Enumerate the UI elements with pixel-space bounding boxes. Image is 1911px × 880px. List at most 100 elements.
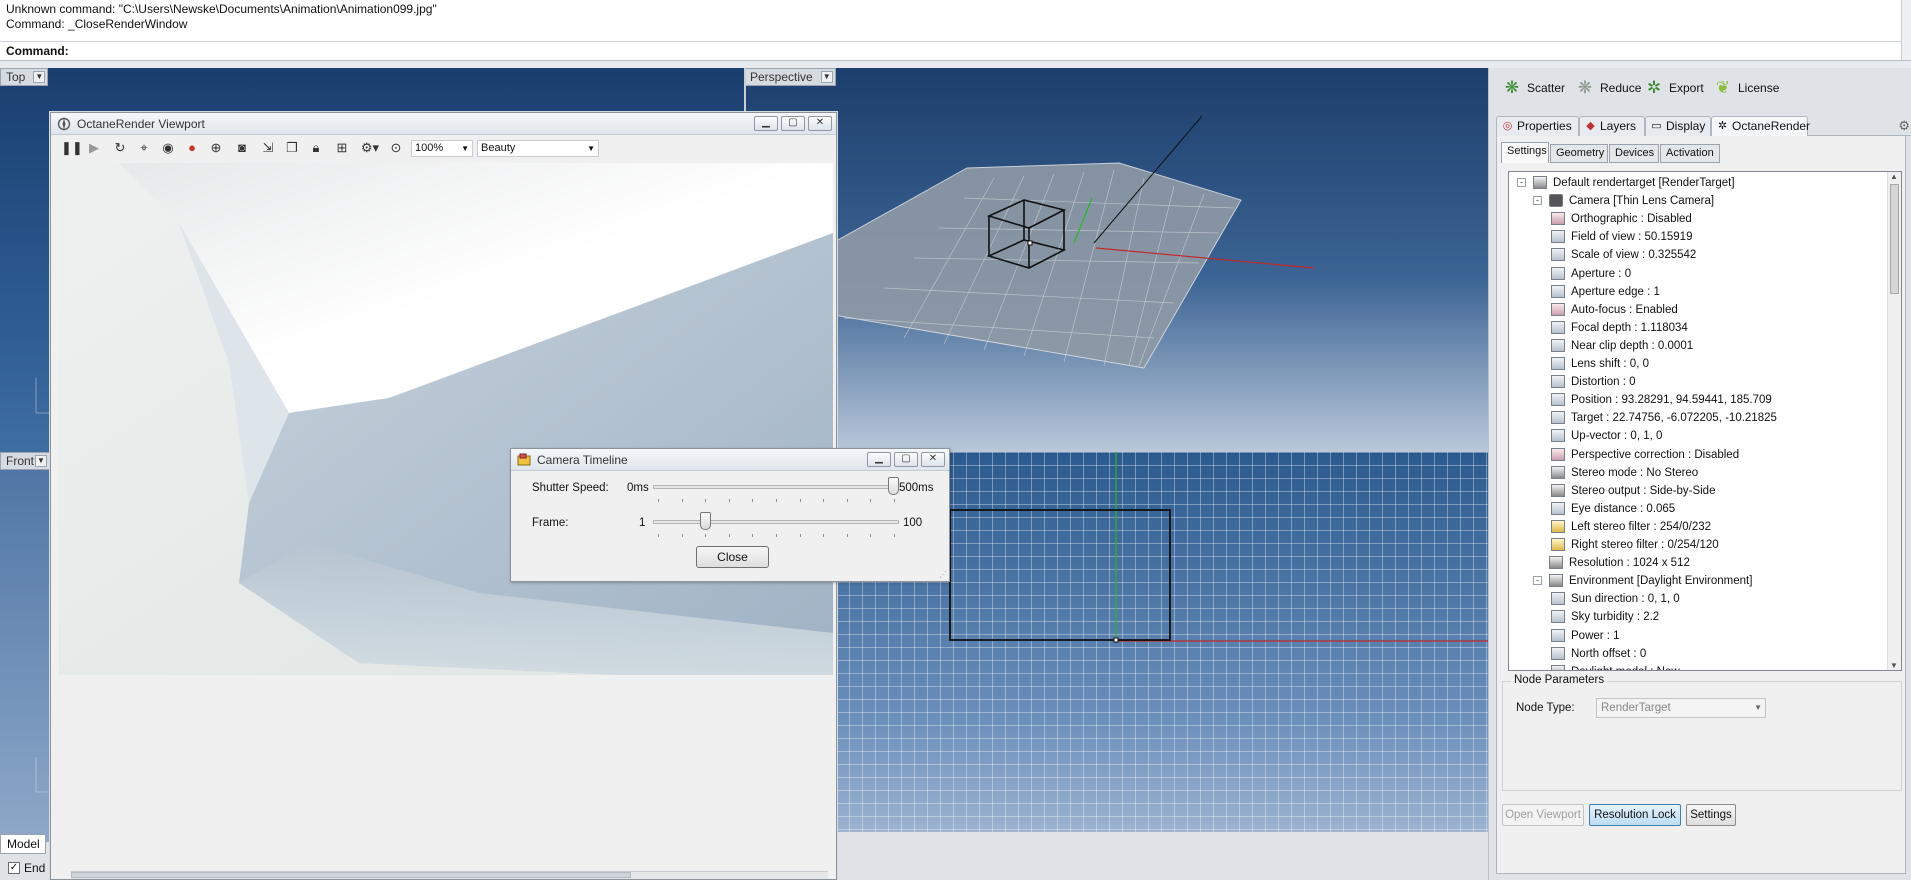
open-viewport-button[interactable]: Open Viewport: [1502, 804, 1584, 826]
tree-item[interactable]: Right stereo filter : 0/254/120: [1509, 536, 1887, 554]
tree-item[interactable]: Left stereo filter : 254/0/232: [1509, 518, 1887, 536]
tab-activation[interactable]: Activation: [1660, 144, 1720, 163]
node-type-select[interactable]: RenderTarget ▼: [1596, 698, 1766, 718]
chevron-down-icon[interactable]: ▼: [35, 455, 47, 467]
model-tab[interactable]: Model: [0, 834, 46, 854]
slider-thumb[interactable]: [888, 477, 899, 495]
command-history-scrollbar[interactable]: [1901, 0, 1911, 42]
grid-icon[interactable]: ⊞: [333, 140, 351, 156]
viewport-label-front[interactable]: Front ▼: [0, 452, 50, 470]
tree-item[interactable]: Orthographic : Disabled: [1509, 210, 1887, 228]
end-checkbox[interactable]: ✓: [8, 862, 20, 874]
frame-slider[interactable]: [653, 512, 899, 542]
zoom-icon[interactable]: ⊙: [387, 140, 405, 156]
tab-octanerender[interactable]: ✲ OctaneRender: [1711, 116, 1810, 136]
tree-item[interactable]: Power : 1: [1509, 627, 1887, 645]
tree-item[interactable]: - Environment [Daylight Environment]: [1509, 572, 1887, 590]
tree-item[interactable]: Up-vector : 0, 1, 0: [1509, 427, 1887, 445]
tab-layers[interactable]: ◆ Layers: [1579, 116, 1645, 136]
tree-expander-icon[interactable]: -: [1533, 576, 1542, 586]
focus-picker-icon[interactable]: ⊕: [207, 140, 225, 156]
close-window-button[interactable]: ✕: [808, 116, 832, 131]
export-image-icon[interactable]: ⇲: [259, 140, 277, 156]
tab-geometry[interactable]: Geometry: [1550, 144, 1608, 163]
viewport-label-top[interactable]: Top ▼: [0, 68, 49, 86]
tree-expander-icon[interactable]: -: [1517, 178, 1526, 187]
end-osnap-option[interactable]: ✓ End: [0, 858, 46, 878]
tree-item[interactable]: Perspective correction : Disabled: [1509, 446, 1887, 464]
copy-icon[interactable]: ❐: [283, 140, 301, 156]
reduce-button[interactable]: ❋ Reduce: [1574, 78, 1642, 98]
tree-item[interactable]: Lens shift : 0, 0: [1509, 355, 1887, 373]
render-preview-image[interactable]: [59, 163, 833, 675]
tree-item[interactable]: Aperture : 0: [1509, 265, 1887, 283]
render-pass-select[interactable]: Beauty ▼: [477, 140, 599, 157]
tree-item[interactable]: Distortion : 0: [1509, 373, 1887, 391]
close-button[interactable]: Close: [696, 546, 769, 568]
tree-item[interactable]: Field of view : 50.15919: [1509, 228, 1887, 246]
tree-item[interactable]: Stereo mode : No Stereo: [1509, 464, 1887, 482]
resolution-lock-button[interactable]: Resolution Lock: [1589, 804, 1681, 826]
tree-item[interactable]: Position : 93.28291, 94.59441, 185.709: [1509, 391, 1887, 409]
scrollbar-thumb[interactable]: [1890, 184, 1899, 294]
pause-icon[interactable]: ❚❚: [61, 140, 83, 156]
tree-item[interactable]: Eye distance : 0.065: [1509, 500, 1887, 518]
front-viewport[interactable]: Front ▼: [0, 452, 50, 842]
tree-item[interactable]: Target : 22.74756, -6.072205, -10.21825: [1509, 409, 1887, 427]
tab-devices[interactable]: Devices: [1609, 144, 1659, 163]
tree-expander-icon[interactable]: -: [1533, 196, 1542, 206]
tree-item[interactable]: Near clip depth : 0.0001: [1509, 337, 1887, 355]
scroll-down-icon[interactable]: ▼: [1890, 661, 1898, 670]
command-history[interactable]: Unknown command: "C:\Users\Newske\Docume…: [0, 0, 1911, 42]
tree-item[interactable]: - Camera [Thin Lens Camera]: [1509, 192, 1887, 210]
horizontal-scrollbar[interactable]: [71, 871, 828, 879]
slider-thumb[interactable]: [700, 512, 712, 530]
maximize-button[interactable]: ▢: [781, 116, 805, 131]
perspective-viewport[interactable]: Perspective ▼: [744, 68, 1488, 452]
restart-icon[interactable]: ↻: [111, 140, 129, 156]
export-button[interactable]: ✲ Export: [1643, 78, 1704, 98]
octane-window-titlebar[interactable]: OctaneRender Viewport ▁ ▢ ✕: [51, 113, 836, 135]
tree-vertical-scrollbar[interactable]: ▲ ▼: [1887, 172, 1901, 670]
tree-item[interactable]: - Default rendertarget [RenderTarget]: [1509, 174, 1887, 192]
settings-dropdown-icon[interactable]: ⚙▾: [357, 140, 383, 156]
tree-item[interactable]: Sky turbidity : 2.2: [1509, 608, 1887, 626]
tab-properties[interactable]: ◎ Properties: [1496, 116, 1579, 136]
zoom-select[interactable]: 100% ▼: [411, 140, 473, 157]
scrollbar-thumb[interactable]: [71, 872, 631, 878]
camera-timeline-dialog[interactable]: Camera Timeline ▁ ▢ ✕ Shutter Speed: 0ms…: [510, 448, 950, 582]
tree-item[interactable]: Scale of view : 0.325542: [1509, 246, 1887, 264]
tree-item[interactable]: North offset : 0: [1509, 645, 1887, 663]
minimize-button[interactable]: ▁: [754, 116, 778, 131]
color-icon[interactable]: ●: [183, 140, 201, 156]
close-window-button[interactable]: ✕: [921, 452, 945, 467]
license-button[interactable]: ❦ License: [1712, 78, 1780, 98]
material-picker-icon[interactable]: ◉: [159, 140, 177, 156]
gear-icon[interactable]: ⚙: [1898, 118, 1910, 134]
region-render-icon[interactable]: ⌖: [135, 140, 153, 156]
tree-item[interactable]: Sun direction : 0, 1, 0: [1509, 590, 1887, 608]
tab-settings[interactable]: Settings: [1501, 142, 1549, 163]
tree-item[interactable]: Stereo output : Side-by-Side: [1509, 482, 1887, 500]
timeline-titlebar[interactable]: Camera Timeline ▁ ▢ ✕: [511, 449, 949, 471]
scroll-up-icon[interactable]: ▲: [1890, 172, 1898, 181]
chevron-down-icon[interactable]: ▼: [33, 71, 46, 83]
tab-display[interactable]: ▭ Display: [1645, 116, 1711, 136]
settings-button[interactable]: Settings: [1686, 804, 1736, 826]
lock-icon[interactable]: 🔒︎: [307, 140, 325, 156]
tree-item[interactable]: Auto-focus : Enabled: [1509, 301, 1887, 319]
tree-item[interactable]: Resolution : 1024 x 512: [1509, 554, 1887, 572]
minimize-button[interactable]: ▁: [867, 452, 891, 467]
shutter-speed-slider[interactable]: [653, 477, 899, 507]
node-tree[interactable]: - Default rendertarget [RenderTarget] - Cam…: [1508, 171, 1902, 671]
tree-item[interactable]: Focal depth : 1.118034: [1509, 319, 1887, 337]
command-line[interactable]: Command:: [0, 42, 1911, 61]
tree-item[interactable]: Daylight model : New: [1509, 663, 1887, 670]
camera-icon[interactable]: ◙: [233, 140, 251, 156]
resize-grip-icon[interactable]: ⋰: [939, 571, 947, 579]
scatter-button[interactable]: ❋ Scatter: [1501, 78, 1565, 98]
maximize-button[interactable]: ▢: [894, 452, 918, 467]
play-icon[interactable]: ▶: [85, 140, 103, 156]
command-line-scrollbar[interactable]: [1901, 42, 1911, 60]
tree-item[interactable]: Aperture edge : 1: [1509, 283, 1887, 301]
